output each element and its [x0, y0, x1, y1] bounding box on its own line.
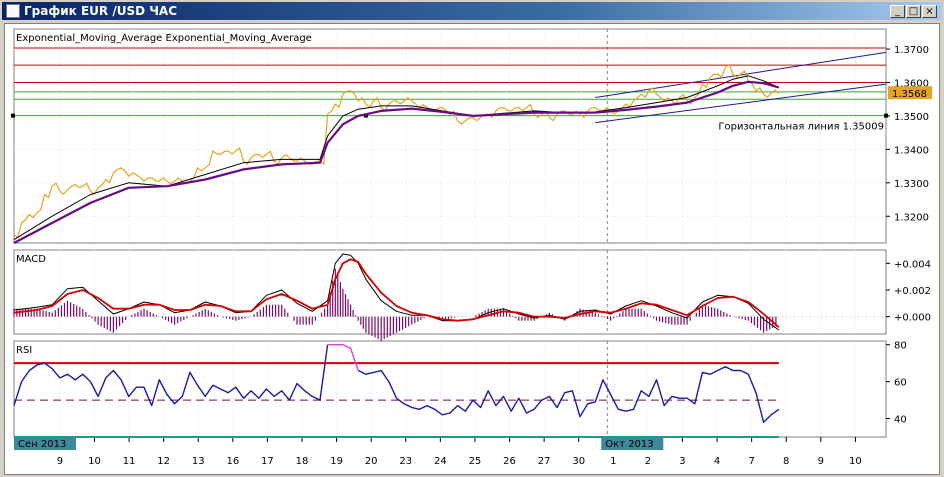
- x-tick-label: 17: [261, 456, 274, 467]
- x-tick-label: 18: [296, 456, 309, 467]
- x-tick-label: 4: [714, 456, 720, 467]
- y-tick-label: 1.3300: [894, 179, 929, 190]
- y-tick-label: 1.3700: [894, 45, 929, 56]
- pane-frame-1: [13, 249, 887, 335]
- x-tick-label: 19: [330, 456, 343, 467]
- y-tick-label: 60: [894, 378, 907, 389]
- x-tick-label: 16: [226, 456, 239, 467]
- current-price-label: 1.3568: [892, 89, 927, 100]
- x-tick-label: 25: [469, 456, 482, 467]
- chart-window: График EUR /USD ЧАС _ □ × 9 10 11 12 13 16 17 1…: [0, 0, 944, 477]
- price-pane-title: Exponential_Moving_Average Exponential_M…: [16, 33, 312, 44]
- y-tick-label: +0.004: [894, 259, 931, 270]
- x-tick-label: 8: [783, 456, 789, 467]
- x-tick-label: 10: [88, 456, 101, 467]
- x-tick-label: 24: [434, 456, 447, 467]
- chart-area[interactable]: 9 10 11 12 13 16 17 18 19 20 23 24 25 26 27 30 1 2 3 4 7 8 9 10…: [4, 23, 940, 475]
- close-button[interactable]: ×: [922, 5, 937, 18]
- hline-handle-left: [11, 113, 15, 118]
- y-tick-label: 1.3400: [894, 145, 929, 156]
- y-tick-label: 80: [894, 341, 907, 352]
- x-tick-label: 11: [123, 456, 136, 467]
- window-title: График EUR /USD ЧАС: [24, 4, 178, 18]
- horizontal-line-label: Горизонтальная линия 1.35009: [718, 122, 884, 133]
- y-tick-label: +0.002: [894, 286, 931, 297]
- x-tick-label: 7: [748, 456, 754, 467]
- y-tick-label: +0.000: [894, 313, 931, 324]
- x-tick-label: 12: [157, 456, 170, 467]
- x-tick-label: 26: [503, 456, 516, 467]
- x-tick-label: 1: [610, 456, 616, 467]
- chart-svg[interactable]: 9 10 11 12 13 16 17 18 19 20 23 24 25 26 27 30 1 2 3 4 7 8 9 10…: [5, 24, 939, 474]
- x-tick-label: 9: [818, 456, 824, 467]
- rsi-pane-title: RSI: [16, 345, 32, 356]
- x-tick-label: 3: [679, 456, 685, 467]
- window-titlebar[interactable]: График EUR /USD ЧАС _ □ ×: [2, 2, 942, 20]
- hline-handle-right: [884, 113, 888, 118]
- chart-app-icon: [6, 4, 20, 18]
- month-label: Окт 2013: [605, 439, 653, 450]
- y-tick-label: 1.3200: [894, 212, 929, 223]
- y-tick-label: 40: [894, 415, 907, 426]
- x-tick-label: 30: [572, 456, 585, 467]
- pane-frame-0: [13, 28, 887, 244]
- maximize-button[interactable]: □: [906, 5, 921, 18]
- x-tick-label: 9: [57, 456, 63, 467]
- y-tick-label: 1.3500: [894, 112, 929, 123]
- x-tick-label: 13: [192, 456, 205, 467]
- x-tick-label: 10: [849, 456, 862, 467]
- month-label: Сен 2013: [18, 439, 66, 450]
- minimize-button[interactable]: _: [890, 5, 905, 18]
- x-tick-label: 23: [399, 456, 412, 467]
- x-tick-label: 2: [645, 456, 651, 467]
- x-tick-label: 27: [538, 456, 551, 467]
- x-tick-label: 20: [365, 456, 378, 467]
- macd-pane-title: MACD: [16, 254, 46, 265]
